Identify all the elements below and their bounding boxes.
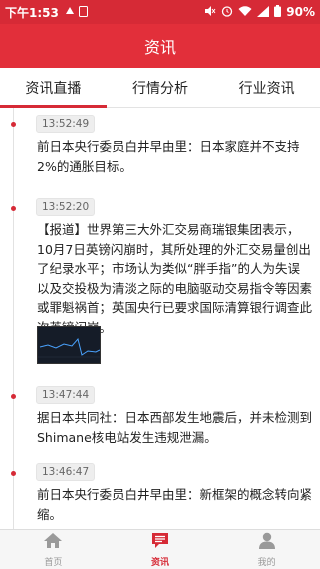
timeline-line	[13, 108, 14, 529]
nav-profile[interactable]: 我的	[213, 530, 320, 569]
timestamp-badge: 13:47:44	[36, 386, 96, 404]
timeline-dot	[11, 394, 16, 399]
wifi-icon	[238, 5, 252, 19]
timestamp-badge: 13:52:49	[36, 115, 96, 133]
news-feed[interactable]: 13:52:49 前日本央行委员白井早由里：日本家庭并不支持2%的通胀目标。 1…	[0, 108, 320, 529]
news-text: 前日本央行委员白井早由里：日本家庭并不支持2%的通胀目标。	[37, 139, 300, 174]
timestamp-badge: 13:46:47	[36, 463, 96, 481]
nav-label: 资讯	[151, 557, 170, 568]
alarm-icon	[221, 5, 233, 19]
app-header: 资讯	[0, 24, 320, 68]
mute-icon	[204, 5, 216, 19]
nav-label: 首页	[44, 557, 63, 568]
page-title: 资讯	[143, 38, 176, 57]
tab-news-live[interactable]: 资讯直播	[0, 68, 107, 108]
news-icon	[150, 532, 170, 553]
notification-icon	[65, 6, 75, 18]
tab-label: 行情分析	[132, 80, 188, 97]
news-text: 前日本央行委员白井早由里：新框架的概念转向紧缩。	[37, 487, 313, 522]
timeline-dot	[11, 206, 16, 211]
battery-level: 90%	[286, 5, 315, 19]
sim-icon	[78, 5, 88, 19]
nav-label: 我的	[257, 557, 276, 568]
status-time: 下午1:53	[5, 5, 59, 20]
signal-icon	[257, 5, 270, 19]
tab-label: 行业资讯	[238, 80, 295, 97]
news-image[interactable]	[37, 326, 101, 364]
news-text: 【报道】世界第三大外汇交易商瑞银集团表示，10月7日英镑闪崩时，其所处理的外汇交…	[37, 222, 313, 335]
news-text: 据日本共同社：日本西部发生地震后，并未检测到Shimane核电站发生违规泄漏。	[37, 410, 313, 445]
battery-icon	[274, 5, 282, 19]
profile-icon	[257, 532, 277, 553]
status-bar: 下午1:53 90%	[0, 0, 320, 24]
timestamp-badge: 13:52:20	[36, 198, 96, 216]
home-icon	[43, 532, 63, 553]
timeline-dot	[11, 471, 16, 476]
nav-news[interactable]: 资讯	[107, 530, 214, 569]
tab-bar: 资讯直播 行情分析 行业资讯	[0, 68, 320, 108]
bottom-nav: 首页 资讯 我的	[0, 529, 320, 569]
tab-label: 资讯直播	[25, 80, 82, 97]
tab-market-analysis[interactable]: 行情分析	[107, 68, 214, 107]
timeline-dot	[11, 122, 16, 127]
nav-home[interactable]: 首页	[0, 530, 107, 569]
tab-industry-news[interactable]: 行业资讯	[213, 68, 320, 107]
